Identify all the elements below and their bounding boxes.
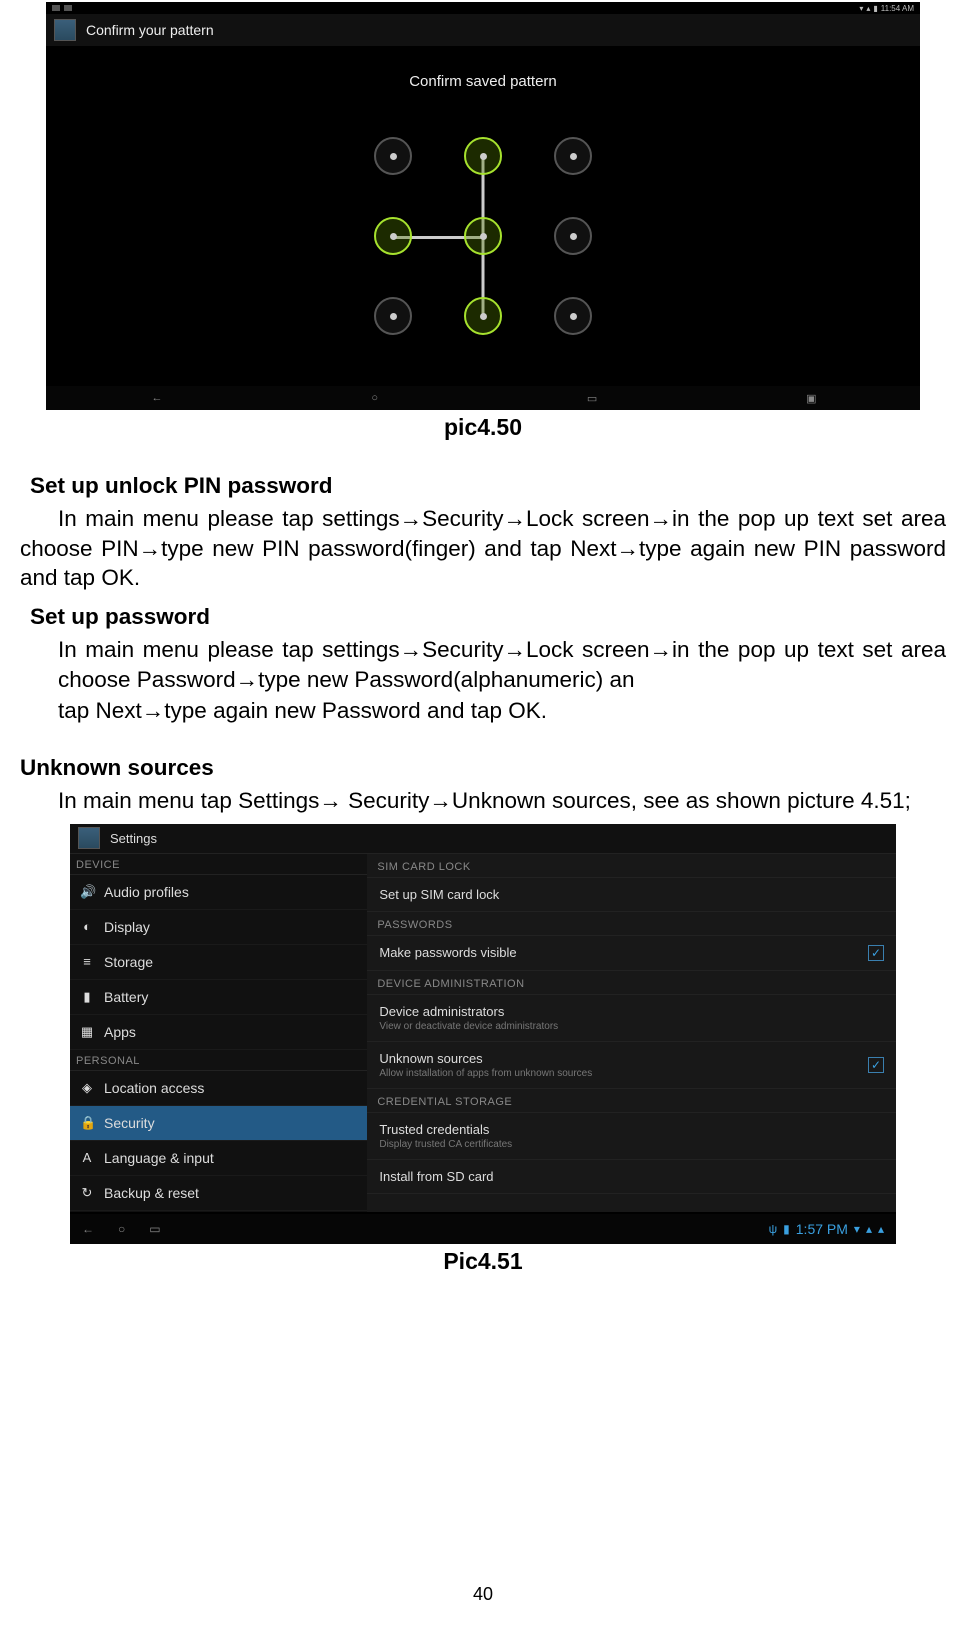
checkbox-checked-icon[interactable]: ✓ <box>868 945 884 961</box>
paragraph-password-2: tap Next→type again new Password and tap… <box>58 696 946 725</box>
paragraph-pin: In main menu please tap settings→Securit… <box>20 504 946 592</box>
row-install-sd[interactable]: Install from SD card <box>367 1160 896 1194</box>
sidebar-label: Storage <box>104 954 153 970</box>
back-icon[interactable]: ← <box>151 392 160 404</box>
back-icon[interactable]: ← <box>82 1222 94 1236</box>
settings-header: Settings <box>70 824 896 854</box>
sidebar-icon: ◈ <box>80 1080 94 1096</box>
heading-password: Set up password <box>30 602 946 631</box>
sidebar-item-apps[interactable]: ▦ Apps <box>70 1015 367 1050</box>
sidebar-item-security[interactable]: 🔒 Security <box>70 1106 367 1141</box>
row-trusted-credentials[interactable]: Trusted credentials Display trusted CA c… <box>367 1113 896 1160</box>
nav-bar: ← ○ ▭ ψ ▮ 1:57 PM ▾ ▴ ▴ <box>70 1214 896 1244</box>
sidebar-label: Audio profiles <box>104 884 189 900</box>
paragraph-password-1: In main menu please tap settings→Securit… <box>58 635 946 694</box>
heading-unknown-sources: Unknown sources <box>20 753 946 782</box>
section-device-admin: DEVICE ADMINISTRATION <box>367 971 896 995</box>
page-number: 40 <box>0 1584 966 1605</box>
nav-bar: ← ○ ▭ ▣ <box>46 386 920 410</box>
pattern-grid[interactable] <box>343 116 623 356</box>
home-icon[interactable]: ○ <box>371 392 376 404</box>
row-device-admins[interactable]: Device administrators View or deactivate… <box>367 995 896 1042</box>
row-make-passwords-visible[interactable]: Make passwords visible ✓ <box>367 936 896 971</box>
row-sublabel: Display trusted CA certificates <box>379 1139 512 1150</box>
wifi-icon: ▾ <box>854 1222 860 1236</box>
screenshot-icon[interactable]: ▣ <box>806 392 814 405</box>
screenshot-settings-security: Settings DEVICE 🔊 Audio profiles ◐ Display ≡… <box>70 824 896 1244</box>
sidebar-item-display[interactable]: ◐ Display <box>70 910 367 945</box>
sidebar-label: Battery <box>104 989 148 1005</box>
signal-icon: ▴ <box>866 4 870 13</box>
row-label: Make passwords visible <box>379 945 516 960</box>
sidebar-icon: ▮ <box>80 989 94 1005</box>
section-credential-storage: CREDENTIAL STORAGE <box>367 1089 896 1113</box>
sidebar-item-language-input[interactable]: A Language & input <box>70 1141 367 1176</box>
signal-icon: ▴ <box>878 1222 884 1236</box>
sidebar-icon: A <box>80 1150 94 1165</box>
sidebar-label: Apps <box>104 1024 136 1040</box>
confirm-text: Confirm saved pattern <box>409 73 557 90</box>
battery-icon: ▮ <box>783 1222 790 1236</box>
sidebar-label: Location access <box>104 1080 204 1096</box>
settings-main: SIM CARD LOCK Set up SIM card lock PASSW… <box>367 854 896 1212</box>
signal-icon: ▴ <box>866 1222 872 1236</box>
recent-icon[interactable]: ▭ <box>149 1222 160 1236</box>
settings-icon <box>54 19 76 41</box>
heading-pin: Set up unlock PIN password <box>30 471 946 500</box>
sidebar-icon: ↻ <box>80 1185 94 1201</box>
sidebar-header-device: DEVICE <box>70 854 367 875</box>
sidebar: DEVICE 🔊 Audio profiles ◐ Display ≡ Storage ▮ B… <box>70 854 367 1212</box>
row-label: Unknown sources <box>379 1051 592 1066</box>
screenshot-confirm-pattern: ▾ ▴ ▮ 11:54 AM Confirm your pattern Conf… <box>46 2 920 410</box>
sidebar-header-personal: PERSONAL <box>70 1050 367 1071</box>
caption-pic451: Pic4.51 <box>10 1248 956 1275</box>
row-sublabel: View or deactivate device administrators <box>379 1021 558 1032</box>
sidebar-item-audio-profiles[interactable]: 🔊 Audio profiles <box>70 875 367 910</box>
row-label: Set up SIM card lock <box>379 887 499 902</box>
row-sim-lock[interactable]: Set up SIM card lock <box>367 878 896 912</box>
wifi-icon: ▾ <box>859 4 863 13</box>
usb-icon: ψ <box>769 1222 778 1236</box>
sidebar-label: Security <box>104 1115 155 1131</box>
settings-icon <box>78 827 100 849</box>
sidebar-icon: 🔊 <box>80 884 94 900</box>
sidebar-label: Display <box>104 919 150 935</box>
section-sim: SIM CARD LOCK <box>367 854 896 878</box>
sidebar-icon: 🔒 <box>80 1115 94 1131</box>
header-title: Settings <box>110 831 157 846</box>
section-passwords: PASSWORDS <box>367 912 896 936</box>
row-label: Trusted credentials <box>379 1122 512 1137</box>
clock-text: 11:54 AM <box>881 4 914 13</box>
sidebar-item-battery[interactable]: ▮ Battery <box>70 980 367 1015</box>
clock-text: 1:57 PM <box>796 1221 848 1237</box>
sidebar-label: Language & input <box>104 1150 214 1166</box>
status-icon <box>64 5 72 11</box>
home-icon[interactable]: ○ <box>118 1222 125 1236</box>
sidebar-label: Backup & reset <box>104 1185 199 1201</box>
battery-icon: ▮ <box>873 4 877 13</box>
status-bar: ▾ ▴ ▮ 11:54 AM <box>46 2 920 14</box>
sidebar-icon: ▦ <box>80 1024 94 1040</box>
caption-pic450: pic4.50 <box>10 414 956 441</box>
sidebar-item-storage[interactable]: ≡ Storage <box>70 945 367 980</box>
header-title: Confirm your pattern <box>86 22 214 38</box>
settings-header: Confirm your pattern <box>46 14 920 46</box>
status-icon <box>52 5 60 11</box>
sidebar-item-location-access[interactable]: ◈ Location access <box>70 1071 367 1106</box>
document-body: Set up unlock PIN password In main menu … <box>20 471 946 816</box>
paragraph-unknown-sources: In main menu tap Settings→ Security→Unkn… <box>58 786 946 815</box>
row-unknown-sources[interactable]: Unknown sources Allow installation of ap… <box>367 1042 896 1089</box>
row-sublabel: Allow installation of apps from unknown … <box>379 1068 592 1079</box>
sidebar-item-backup-reset[interactable]: ↻ Backup & reset <box>70 1176 367 1211</box>
row-label: Device administrators <box>379 1004 558 1019</box>
recent-icon[interactable]: ▭ <box>587 392 595 405</box>
checkbox-checked-icon[interactable]: ✓ <box>868 1057 884 1073</box>
sidebar-icon: ◐ <box>80 919 94 934</box>
row-label: Install from SD card <box>379 1169 493 1184</box>
sidebar-icon: ≡ <box>80 954 94 969</box>
